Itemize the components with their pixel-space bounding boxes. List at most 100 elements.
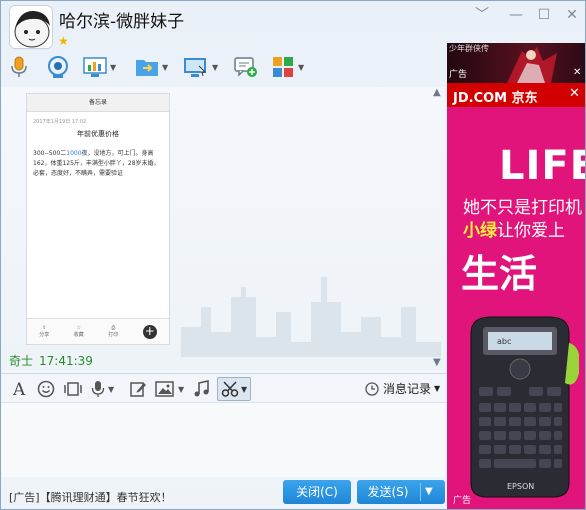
jd-ad-line2: 小绿让你爱上: [463, 216, 565, 241]
apps-button[interactable]: ▼: [271, 53, 304, 81]
svg-text:A: A: [12, 380, 26, 398]
chevron-down-icon[interactable]: ▼: [434, 384, 440, 393]
maximize-button[interactable]: ☐: [535, 7, 553, 23]
screenshot-button[interactable]: ▼: [217, 377, 251, 401]
message-record-label: 消息记录: [383, 382, 432, 396]
chat-window: 哈尔滨-微胖妹子 ★ ﹀ — ☐ ✕ ▼ ▼ ▼ ▼ ▲ 备忘录 2017年1月…: [0, 0, 586, 510]
message-meta: 奇士 17:41:39: [9, 352, 93, 369]
plus-icon: +: [142, 323, 157, 339]
bottom-bar: [广告]【腾讯理财通】春节狂欢！ 关闭(C) 发送(S) ▼: [1, 477, 447, 509]
memo-body: 300--500二1000夜，没地方，可上门。身高162，体重125斤，丰满型小…: [27, 139, 169, 179]
message-record-button[interactable]: 消息记录 ▼: [365, 380, 440, 397]
jd-ad-highlight: 小绿: [463, 221, 497, 241]
emoji-button[interactable]: [37, 379, 55, 399]
memo-share: ⇪ 分享: [39, 325, 50, 338]
jd-ad-line3: 生活: [461, 252, 538, 296]
close-window-button[interactable]: ✕: [563, 7, 581, 23]
image-icon: [155, 381, 174, 397]
memo-favorite-label: 收藏: [73, 332, 84, 338]
main-toolbar: ▼ ▼ ▼ ▼: [1, 53, 331, 83]
smiley-icon: [37, 380, 55, 398]
jd-ad-headline: LIFE: [499, 143, 585, 189]
star-icon: ★: [58, 34, 69, 48]
chat-add-button[interactable]: [233, 53, 259, 81]
chevron-down-icon[interactable]: ▼: [110, 63, 116, 72]
webcam-icon: [48, 56, 68, 78]
image-button[interactable]: ▼: [155, 379, 184, 399]
memo-bottom-bar: ⇪ 分享 ☆ 收藏 ⎙ 打印 +: [27, 318, 169, 344]
edit-icon: [130, 382, 146, 397]
send-label: 发送(S): [367, 485, 409, 499]
printer-brand: EPSON: [507, 482, 534, 491]
apps-grid-icon: [273, 57, 293, 77]
folder-icon: [136, 60, 158, 76]
jd-ad-header: JD.COM 京东 ✕: [447, 83, 585, 107]
microphone-icon: [91, 381, 105, 397]
jd-logo: JD.COM 京东: [453, 91, 538, 106]
memo-body-number: 1000: [66, 150, 82, 157]
bottom-ad-link[interactable]: [广告]【腾讯理财通】春节狂欢！: [9, 489, 172, 505]
microphone-icon: [11, 56, 27, 77]
memo-share-label: 分享: [39, 332, 50, 338]
chat-history[interactable]: ▲ 备忘录 2017年1月19日 17:02 年前优惠价格 300--500二1…: [1, 87, 447, 371]
screenshot-shake-button[interactable]: [63, 379, 83, 399]
send-separator: [420, 483, 421, 501]
music-button[interactable]: [193, 379, 211, 399]
chat-plus-icon: [234, 57, 257, 77]
chevron-down-icon[interactable]: ▼: [162, 63, 168, 72]
chevron-down-icon[interactable]: ▼: [108, 385, 114, 394]
chevron-down-icon[interactable]: ﹀: [473, 7, 491, 23]
jd-ad-tag: 广告: [453, 496, 472, 506]
memo-print: ⎙ 打印: [108, 325, 119, 338]
music-note-icon: [194, 380, 209, 397]
voice-message-button[interactable]: ▼: [91, 379, 114, 399]
clock-icon: [365, 381, 379, 396]
chevron-down-icon[interactable]: ▼: [425, 480, 433, 504]
chevron-down-icon[interactable]: ▼: [178, 385, 184, 394]
memo-date: 2017年1月19日 17:02: [33, 119, 87, 125]
video-call-button[interactable]: [45, 53, 71, 81]
memo-print-label: 打印: [108, 332, 119, 338]
monitor-icon: [184, 58, 207, 77]
remote-desktop-button[interactable]: ▼: [183, 53, 218, 81]
memo-favorite: ☆ 收藏: [73, 325, 84, 338]
scissors-icon: [221, 381, 239, 397]
svg-text:abc: abc: [497, 337, 511, 346]
jd-ad-line1: 她不只是打印机: [463, 198, 582, 218]
chart-screen-icon: [83, 57, 107, 77]
memo-title: 年前优惠价格: [77, 130, 119, 138]
close-icon[interactable]: ✕: [573, 67, 581, 78]
memo-header: 备忘录: [27, 94, 169, 112]
message-time: 17:41:39: [39, 354, 93, 368]
jd-ad-line2-rest: 让你爱上: [497, 221, 565, 241]
file-transfer-button[interactable]: ▼: [135, 53, 168, 81]
screen-share-button[interactable]: ▼: [83, 53, 116, 81]
message-input[interactable]: [1, 403, 447, 477]
window-title: 哈尔滨-微胖妹子: [59, 12, 185, 32]
chevron-down-icon[interactable]: ▼: [298, 63, 304, 72]
shared-image[interactable]: 备忘录 2017年1月19日 17:02 年前优惠价格 300--500二100…: [26, 93, 170, 345]
game-ad-banner[interactable]: 少年群侠传 广告 ✕: [447, 43, 585, 83]
game-ad-title: 少年群侠传: [449, 44, 489, 53]
avatar[interactable]: [9, 5, 53, 49]
scroll-down-icon[interactable]: ▼: [433, 357, 441, 368]
window-shake-icon: [64, 382, 82, 396]
font-icon: A: [12, 380, 26, 398]
jd-ad-banner[interactable]: JD.COM 京东 ✕ LIFE 她不只是打印机 小绿让你爱上 生活 abc: [447, 83, 585, 509]
skyline-background: [181, 277, 441, 357]
input-toolbar: A ▼ ▼ ▼ 消息记录 ▼: [1, 373, 447, 403]
chevron-down-icon[interactable]: ▼: [241, 385, 247, 394]
minimize-button[interactable]: —: [507, 7, 525, 23]
send-button[interactable]: 发送(S) ▼: [357, 480, 445, 504]
font-button[interactable]: A: [11, 379, 29, 399]
close-button[interactable]: 关闭(C): [283, 480, 351, 504]
scroll-up-icon[interactable]: ▲: [433, 87, 441, 98]
sender-name: 奇士: [9, 354, 34, 368]
ad-column: 少年群侠传 广告 ✕ JD.COM 京东 ✕ LIFE 她不只是打印机 小绿让你…: [447, 43, 585, 509]
game-ad-tag: 广告: [449, 70, 468, 80]
close-icon[interactable]: ✕: [569, 86, 580, 101]
edit-button[interactable]: [129, 379, 147, 399]
chevron-down-icon[interactable]: ▼: [212, 63, 218, 72]
microphone-button[interactable]: [9, 53, 29, 81]
memo-body-pre: 300--500二: [33, 150, 67, 157]
